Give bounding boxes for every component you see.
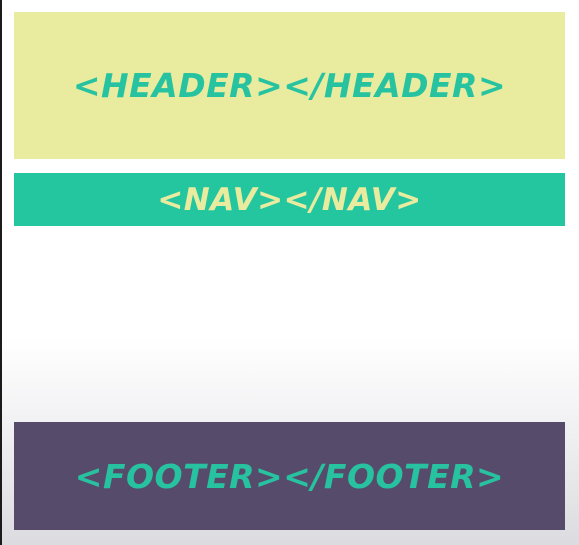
header-label: <HEADER></HEADER> (72, 66, 507, 105)
footer-label: <FOOTER></FOOTER> (74, 456, 505, 496)
layout-diagram: <HEADER></HEADER> <NAV></NAV> <FOOTER></… (0, 0, 579, 545)
left-edge-divider (0, 0, 2, 545)
footer-block: <FOOTER></FOOTER> (14, 422, 565, 530)
nav-label: <NAV></NAV> (157, 181, 422, 218)
header-block: <HEADER></HEADER> (14, 12, 565, 159)
nav-block: <NAV></NAV> (14, 173, 565, 226)
